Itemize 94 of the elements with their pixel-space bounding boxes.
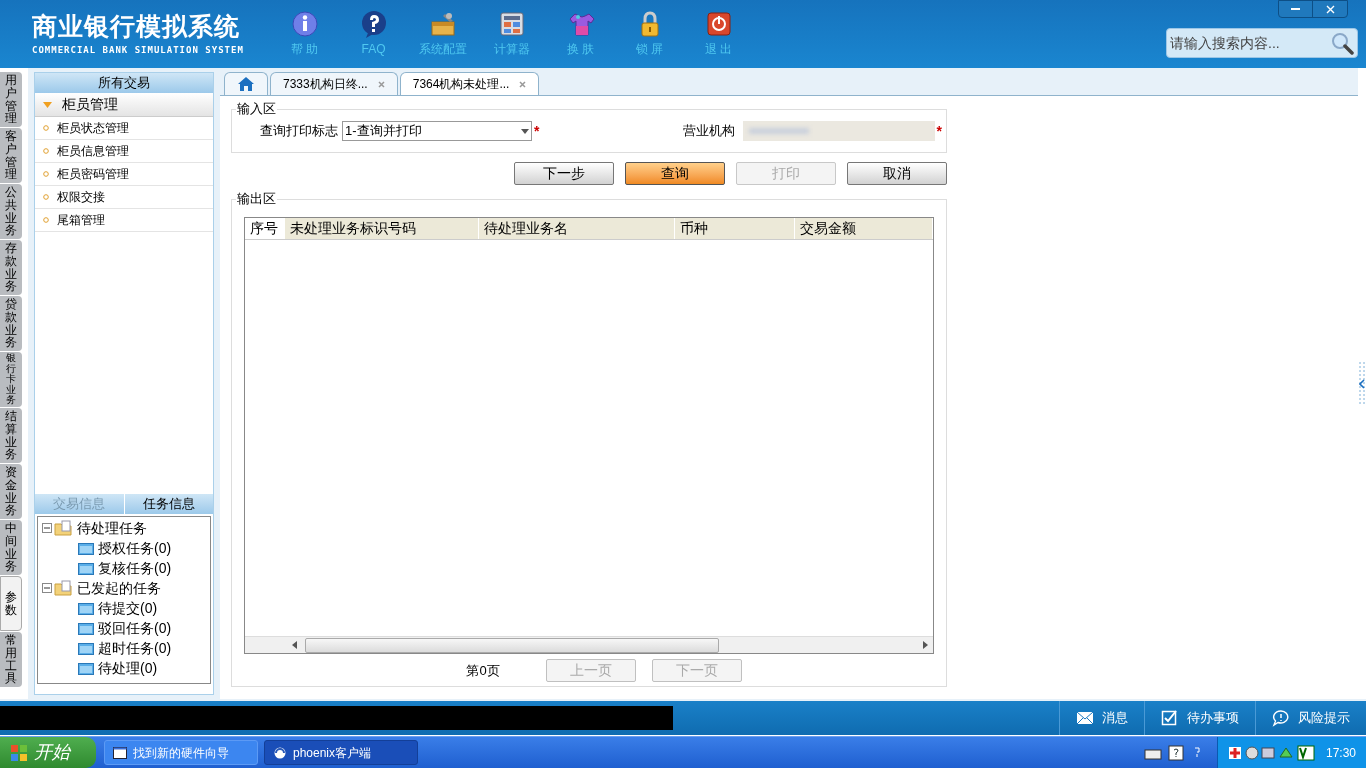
close-icon[interactable] — [377, 80, 385, 88]
tree-node[interactable]: 待处理任务 — [77, 517, 147, 539]
action-button[interactable]: 查询 — [625, 162, 725, 185]
tree-node[interactable]: 待提交(0) — [98, 597, 158, 619]
side-tab[interactable]: 参数 — [0, 576, 22, 631]
side-tab[interactable]: 银行卡业务 — [0, 352, 22, 407]
section-title: 输入区 — [236, 100, 277, 118]
tab[interactable]: 7364机构未处理... — [399, 72, 540, 95]
folder-icon — [78, 541, 94, 555]
folder-icon — [78, 621, 94, 635]
tree-node[interactable]: 已发起的任务 — [77, 577, 161, 599]
app-subtitle: COMMERCIAL BANK SIMULATION SYSTEM — [32, 44, 245, 57]
window-icon — [113, 746, 127, 759]
caret-icon — [43, 101, 52, 108]
circle-icon — [43, 194, 49, 200]
collapse-handle-icon[interactable] — [1359, 361, 1365, 406]
required-mark: * — [534, 121, 540, 141]
home-icon — [237, 76, 255, 92]
tray-icons-icon[interactable] — [1227, 744, 1316, 761]
close-icon[interactable] — [519, 80, 527, 88]
field-label: 查询打印标志 — [260, 122, 338, 141]
side-tab[interactable]: 中间业务 — [0, 520, 22, 575]
globe-icon — [273, 746, 287, 759]
section-title: 输出区 — [236, 190, 277, 208]
taskbar-window[interactable]: phoenix客户端 — [264, 740, 418, 765]
required-mark: * — [936, 121, 942, 141]
folder-icon — [54, 580, 74, 596]
folder-icon — [78, 641, 94, 655]
clock: 17:30 — [1325, 744, 1356, 762]
dropdown-arrow-icon — [521, 128, 529, 134]
calculator-icon — [497, 10, 526, 38]
column-header[interactable]: 未处理业务标识号码 — [285, 218, 479, 239]
tree-node[interactable]: 待处理(0) — [98, 657, 158, 679]
taskbar-window[interactable]: 找到新的硬件向导 — [104, 740, 258, 765]
speech-bubble-icon — [1272, 709, 1290, 727]
action-button[interactable]: 取消 — [847, 162, 947, 185]
search-field[interactable]: 请输入搜索内容... — [1166, 28, 1358, 58]
checkbox-icon — [1161, 709, 1179, 727]
search-icon[interactable] — [1330, 31, 1354, 55]
folder-icon — [78, 601, 94, 615]
tree-node[interactable]: 复核任务(0) — [98, 557, 172, 579]
menu-item[interactable]: 尾箱管理 — [35, 209, 213, 232]
circle-icon — [43, 148, 49, 154]
column-header[interactable]: 序号 — [245, 218, 285, 239]
status-button[interactable]: 消息 — [1059, 701, 1144, 735]
side-tab[interactable]: 贷款业务 — [0, 296, 22, 351]
windows-logo-icon — [10, 743, 28, 762]
side-tab[interactable]: 存款业务 — [0, 240, 22, 295]
menu-item[interactable]: 柜员状态管理 — [35, 117, 213, 140]
side-tab[interactable]: 资金业务 — [0, 464, 22, 519]
input-field[interactable] — [742, 121, 935, 141]
toolbox-icon — [428, 10, 457, 38]
folder-icon — [78, 561, 94, 575]
horizontal-scrollbar[interactable] — [245, 636, 933, 653]
side-tab[interactable]: 常用工具 — [0, 632, 22, 687]
status-button[interactable]: 待办事项 — [1144, 701, 1255, 735]
app-title: 商业银行模拟系统 — [32, 12, 241, 40]
dropdown[interactable]: 1-查询并打印 — [342, 121, 532, 141]
collapse-icon[interactable] — [42, 523, 52, 533]
close-icon — [1325, 4, 1335, 14]
mail-icon — [1076, 709, 1094, 727]
page-indicator: 第0页 — [466, 661, 500, 680]
help-icon — [359, 10, 388, 38]
side-tab[interactable]: 公共业务 — [0, 184, 22, 239]
panel-header: 所有交易 — [35, 73, 213, 93]
action-button[interactable]: 下一步 — [514, 162, 614, 185]
folder-icon — [54, 520, 74, 536]
collapse-icon[interactable] — [42, 583, 52, 593]
menu-group[interactable]: 柜员管理 — [35, 93, 213, 117]
field-label: 营业机构 — [682, 122, 735, 141]
tree-node[interactable]: 授权任务(0) — [98, 537, 172, 559]
tree-node[interactable]: 超时任务(0) — [98, 637, 172, 659]
column-header[interactable]: 交易金额 — [795, 218, 933, 239]
panel-tab[interactable]: 任务信息 — [124, 494, 213, 514]
side-tab[interactable]: 结算业务 — [0, 408, 22, 463]
start-button[interactable]: 开始 — [0, 737, 96, 768]
column-header[interactable]: 币种 — [675, 218, 795, 239]
side-tab[interactable]: 用户管理 — [0, 72, 22, 127]
column-header[interactable]: 待处理业务名 — [479, 218, 675, 239]
menu-item[interactable]: 柜员信息管理 — [35, 140, 213, 163]
info-icon — [290, 10, 319, 38]
status-button[interactable]: 风险提示 — [1255, 701, 1366, 735]
power-icon — [704, 10, 733, 38]
side-tab[interactable]: 客户管理 — [0, 128, 22, 183]
tree-node[interactable]: 驳回任务(0) — [98, 617, 172, 639]
tab[interactable]: 7333机构日终... — [270, 72, 398, 95]
folder-icon — [78, 661, 94, 675]
menu-item[interactable]: 柜员密码管理 — [35, 163, 213, 186]
circle-icon — [43, 125, 49, 131]
tab[interactable] — [224, 72, 268, 95]
scroll-thumb[interactable] — [305, 637, 719, 653]
circle-icon — [43, 217, 49, 223]
menu-item[interactable]: 权限交接 — [35, 186, 213, 209]
circle-icon — [43, 171, 49, 177]
